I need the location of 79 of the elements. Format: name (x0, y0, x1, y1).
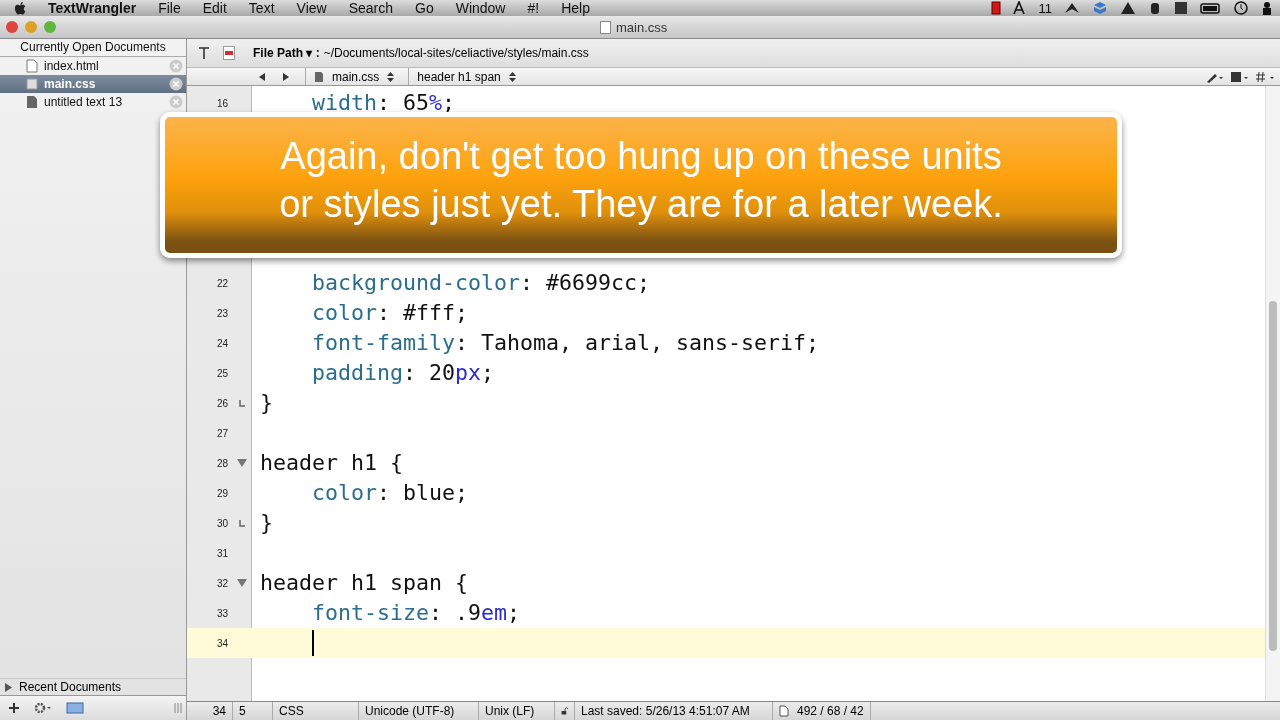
line-number: 27 (216, 427, 228, 439)
code-line: } (260, 511, 273, 535)
line-number: 16 (216, 97, 228, 109)
line-number: 24 (216, 337, 228, 349)
line-number: 33 (216, 607, 228, 619)
line-number: 34 (216, 637, 228, 649)
apple-icon[interactable] (14, 0, 28, 16)
menu-item[interactable]: View (296, 0, 327, 16)
caption-text: or styles just yet. They are for a later week. (279, 182, 1003, 227)
resize-grip-icon[interactable] (174, 702, 182, 714)
disclosure-icon[interactable] (4, 682, 13, 692)
text-cursor (312, 630, 314, 656)
last-saved: Last saved: 5/26/13 4:51:07 AM (575, 702, 773, 720)
menu-item[interactable]: Text (248, 0, 275, 16)
document-item[interactable]: main.css (0, 75, 186, 93)
menu-item[interactable]: Window (455, 0, 506, 16)
menu-item[interactable]: #! (527, 0, 540, 16)
line-endings-popup[interactable]: Unix (LF) (479, 702, 555, 720)
person-icon[interactable] (1260, 1, 1274, 15)
file-path-menu[interactable]: File Path ▾ : (253, 46, 320, 60)
add-icon[interactable] (8, 702, 20, 714)
line-number: 25 (216, 367, 228, 379)
window-title: main.css (616, 19, 668, 35)
menu-item[interactable]: Edit (202, 0, 227, 16)
code-line: font-size: .9em; (312, 601, 521, 625)
line-number: 22 (216, 277, 228, 289)
column-indicator: 5 (233, 702, 273, 720)
document-item[interactable]: untitled text 13 (0, 93, 186, 111)
stepper-icon (387, 71, 395, 82)
line-number: 30 (216, 517, 228, 529)
caption-text: Again, don't get too hung up on these units (280, 134, 1002, 179)
clock-icon[interactable] (1234, 1, 1248, 15)
sidebar-header: Currently Open Documents (0, 39, 186, 57)
code-line: padding: 20px; (312, 361, 495, 385)
document-item[interactable]: index.html (0, 57, 186, 75)
scrollbar-thumb[interactable] (1269, 301, 1277, 651)
code-line: color: #fff; (312, 301, 469, 325)
menu-item[interactable]: Go (415, 0, 434, 16)
fold-end-icon[interactable] (239, 399, 245, 407)
menu-item[interactable]: File (158, 0, 181, 16)
close-button[interactable] (6, 21, 18, 33)
app-menu[interactable]: TextWrangler (48, 0, 137, 16)
font-icon[interactable] (1012, 1, 1027, 15)
css-file-icon[interactable] (223, 46, 235, 60)
unlocked-icon[interactable] (561, 705, 568, 717)
close-icon[interactable] (169, 77, 183, 91)
line-number: 28 (216, 457, 228, 469)
code-line: font-family: Tahoma, arial, sans-serif; (312, 331, 820, 355)
hash-icon[interactable] (1256, 70, 1276, 83)
line-number: 26 (216, 397, 228, 409)
back-icon[interactable] (257, 71, 267, 82)
menu-item[interactable]: Help (561, 0, 590, 16)
css-file-icon (600, 20, 611, 34)
document-stats: 492 / 68 / 42 (797, 704, 864, 718)
line-number: 29 (216, 487, 228, 499)
line-number: 31 (216, 547, 228, 559)
gear-icon[interactable] (34, 702, 52, 714)
menu-item[interactable]: Search (348, 0, 393, 16)
language-popup[interactable]: CSS (273, 702, 359, 720)
line-number: 32 (216, 577, 228, 589)
box-icon[interactable] (1092, 1, 1108, 15)
line-number: 23 (216, 307, 228, 319)
file-path: ~/Documents/local-sites/celiactive/styles/main.css (323, 46, 589, 60)
encoding-popup[interactable]: Unicode (UTF-8) (359, 702, 479, 720)
code-line: header h1 { (260, 451, 403, 475)
line-indicator: 34 (187, 702, 233, 720)
triangle-icon[interactable] (1120, 1, 1136, 15)
document-popup[interactable]: main.css (305, 68, 395, 85)
fold-icon[interactable] (237, 579, 247, 587)
symbol-popup[interactable]: header h1 span (408, 68, 516, 85)
code-line: color: blue; (312, 481, 469, 505)
fold-icon[interactable] (237, 459, 247, 467)
code-line: } (260, 391, 273, 415)
code-line: background-color: #6699cc; (312, 271, 651, 295)
fold-end-icon[interactable] (239, 519, 245, 527)
stepper-icon (508, 71, 516, 82)
forward-icon[interactable] (281, 71, 291, 82)
code-line: header h1 span { (260, 571, 468, 595)
menu-status-text: 11 (1038, 0, 1052, 16)
